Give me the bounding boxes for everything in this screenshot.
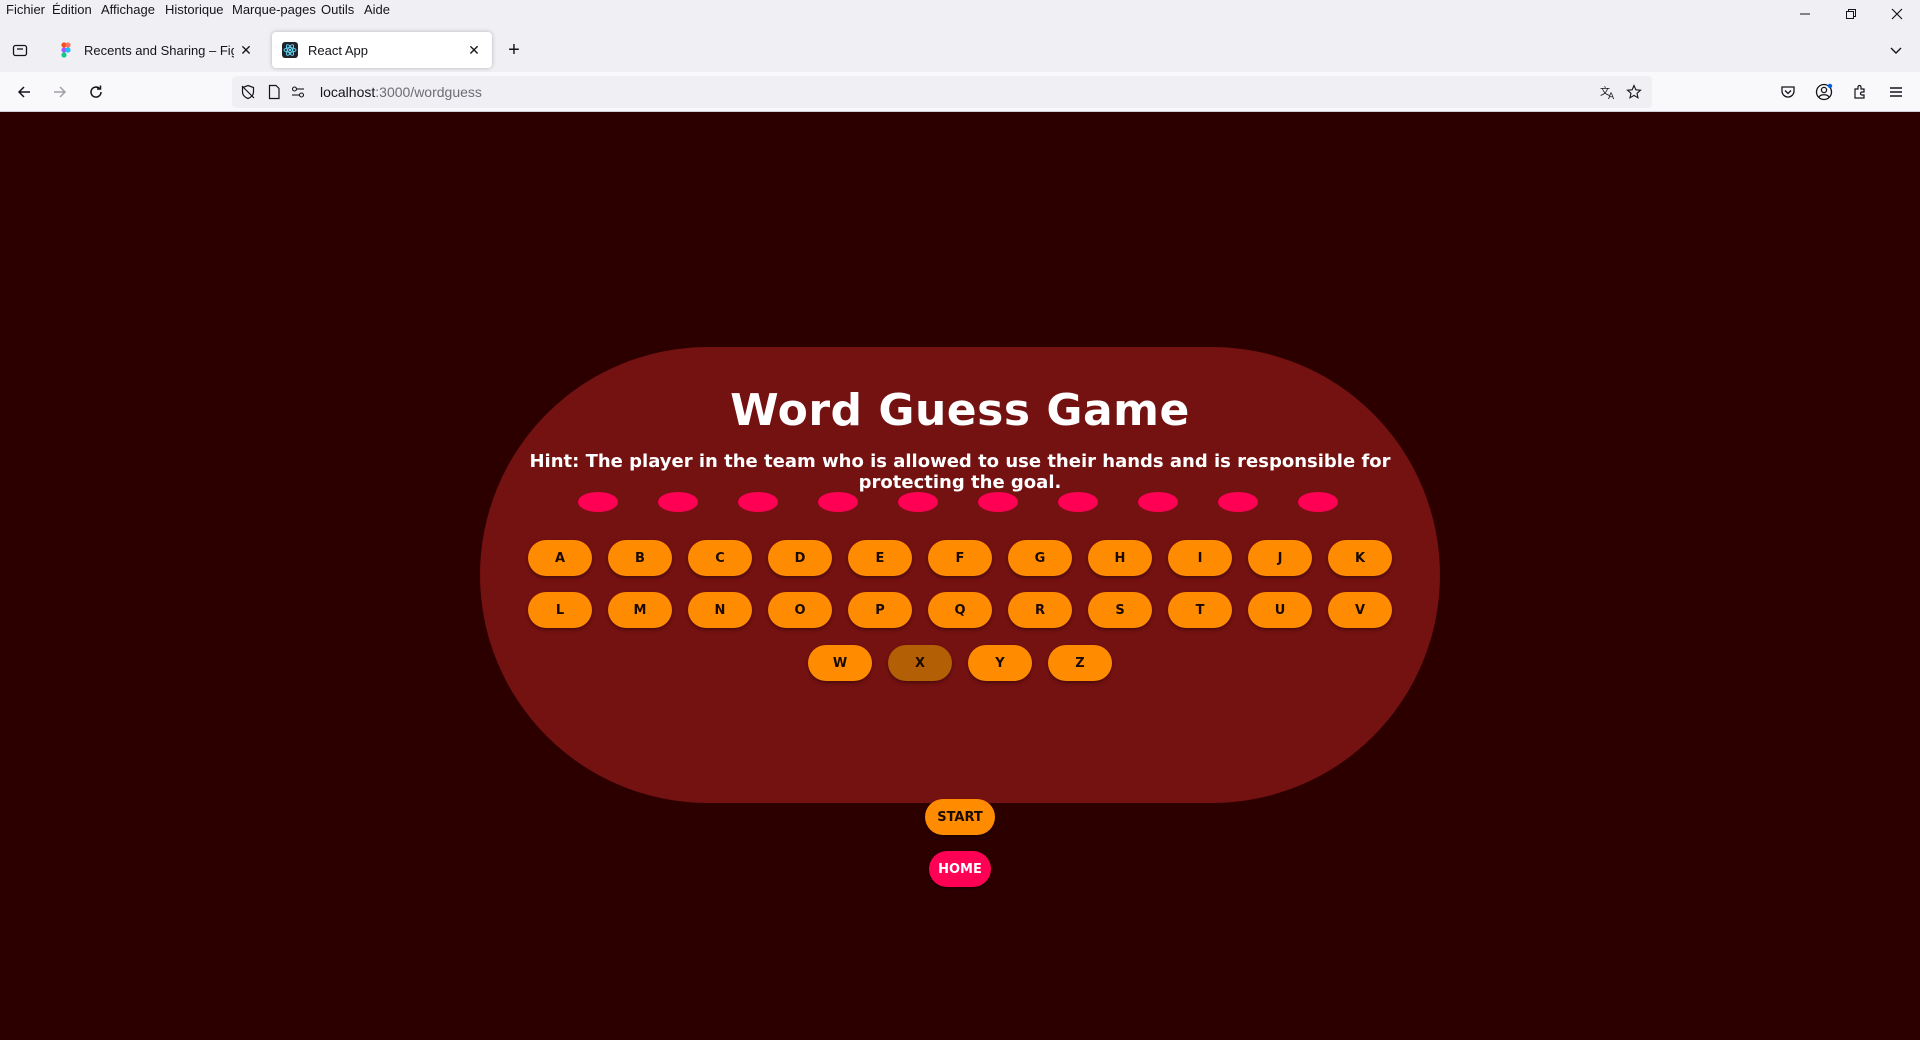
letter-key-p[interactable]: P: [848, 592, 912, 628]
menu-marque-pages[interactable]: Marque-pages: [232, 2, 316, 17]
letter-key-l[interactable]: L: [528, 592, 592, 628]
back-icon[interactable]: [10, 78, 38, 106]
url-host: localhost: [320, 84, 376, 100]
game-title: Word Guess Game: [730, 385, 1190, 436]
tracking-protection-icon[interactable]: [240, 84, 256, 100]
new-tab-icon[interactable]: +: [502, 38, 526, 62]
translate-icon[interactable]: 文A: [1600, 84, 1616, 100]
letter-key-j[interactable]: J: [1248, 540, 1312, 576]
reload-icon[interactable]: [82, 78, 110, 106]
letter-slot: [1058, 492, 1098, 512]
letter-key-t[interactable]: T: [1168, 592, 1232, 628]
letter-key-w[interactable]: W: [808, 645, 872, 681]
letter-key-g[interactable]: G: [1008, 540, 1072, 576]
letter-slot: [1298, 492, 1338, 512]
browser-chrome: Fichier Édition Affichage Historique Mar…: [0, 0, 1920, 112]
letter-key-f[interactable]: F: [928, 540, 992, 576]
tab-figma[interactable]: Recents and Sharing – Figma ✕: [48, 32, 264, 68]
url-bar[interactable]: localhost:3000/wordguess 文A: [232, 76, 1652, 108]
game-card: Word Guess Game Hint: The player in the …: [480, 347, 1440, 887]
letter-key-z[interactable]: Z: [1048, 645, 1112, 681]
extensions-icon[interactable]: [1846, 78, 1874, 106]
restore-icon[interactable]: [1828, 0, 1874, 28]
menu-historique[interactable]: Historique: [165, 2, 224, 17]
tab-title: React App: [308, 42, 368, 58]
react-icon: [282, 42, 298, 58]
app-menu-icon[interactable]: [1882, 78, 1910, 106]
letter-key-s[interactable]: S: [1088, 592, 1152, 628]
menu-edition[interactable]: Édition: [52, 2, 92, 17]
tab-list-icon[interactable]: [8, 38, 32, 62]
letter-key-b[interactable]: B: [608, 540, 672, 576]
forward-icon[interactable]: [46, 78, 74, 106]
page-info-icon[interactable]: [266, 84, 282, 100]
bookmark-star-icon[interactable]: [1626, 84, 1642, 100]
url-text[interactable]: localhost:3000/wordguess: [320, 84, 482, 100]
tab-react-app[interactable]: React App ✕: [272, 32, 492, 68]
letter-key-n[interactable]: N: [688, 592, 752, 628]
letter-slot: [898, 492, 938, 512]
letter-key-r[interactable]: R: [1008, 592, 1072, 628]
letter-slot: [1138, 492, 1178, 512]
letter-key-d[interactable]: D: [768, 540, 832, 576]
letter-slot: [738, 492, 778, 512]
letter-key-u[interactable]: U: [1248, 592, 1312, 628]
figma-icon: [58, 42, 74, 58]
tab-close-icon[interactable]: ✕: [234, 38, 258, 62]
letter-key-e[interactable]: E: [848, 540, 912, 576]
letter-slot: [658, 492, 698, 512]
letter-key-m[interactable]: M: [608, 592, 672, 628]
letter-key-q[interactable]: Q: [928, 592, 992, 628]
start-button[interactable]: START: [925, 799, 995, 835]
url-path: :3000/wordguess: [375, 84, 482, 100]
menu-affichage[interactable]: Affichage: [101, 2, 155, 17]
letter-key-o[interactable]: O: [768, 592, 832, 628]
tab-close-icon[interactable]: ✕: [462, 38, 486, 62]
letter-slot: [978, 492, 1018, 512]
menu-aide[interactable]: Aide: [364, 2, 390, 17]
letter-key-y[interactable]: Y: [968, 645, 1032, 681]
letter-key-h[interactable]: H: [1088, 540, 1152, 576]
account-icon[interactable]: [1810, 78, 1838, 106]
letter-key-c[interactable]: C: [688, 540, 752, 576]
minimize-icon[interactable]: [1782, 0, 1828, 28]
permissions-icon[interactable]: [290, 84, 306, 100]
letter-key-x[interactable]: X: [888, 645, 952, 681]
hint-text: Hint: The player in the team who is allo…: [529, 451, 1391, 493]
page-viewport: Word Guess Game Hint: The player in the …: [0, 112, 1920, 1040]
pocket-icon[interactable]: [1774, 78, 1802, 106]
tab-title: Recents and Sharing – Figma: [84, 42, 234, 58]
letter-key-v[interactable]: V: [1328, 592, 1392, 628]
menu-outils[interactable]: Outils: [321, 2, 354, 17]
letter-slot: [818, 492, 858, 512]
home-button[interactable]: HOME: [929, 851, 991, 887]
close-window-icon[interactable]: [1874, 0, 1920, 28]
letter-key-k[interactable]: K: [1328, 540, 1392, 576]
menu-fichier[interactable]: Fichier: [6, 2, 45, 17]
letter-slot: [1218, 492, 1258, 512]
letter-key-a[interactable]: A: [528, 540, 592, 576]
menu-bar: Fichier Édition Affichage Historique Mar…: [0, 0, 1920, 22]
letter-slot: [578, 492, 618, 512]
tab-strip: Recents and Sharing – Figma ✕ React App …: [0, 28, 1920, 72]
chevron-down-icon[interactable]: [1884, 38, 1908, 62]
nav-bar: localhost:3000/wordguess 文A: [0, 72, 1920, 112]
letter-key-i[interactable]: I: [1168, 540, 1232, 576]
svg-text:A: A: [1608, 92, 1615, 100]
